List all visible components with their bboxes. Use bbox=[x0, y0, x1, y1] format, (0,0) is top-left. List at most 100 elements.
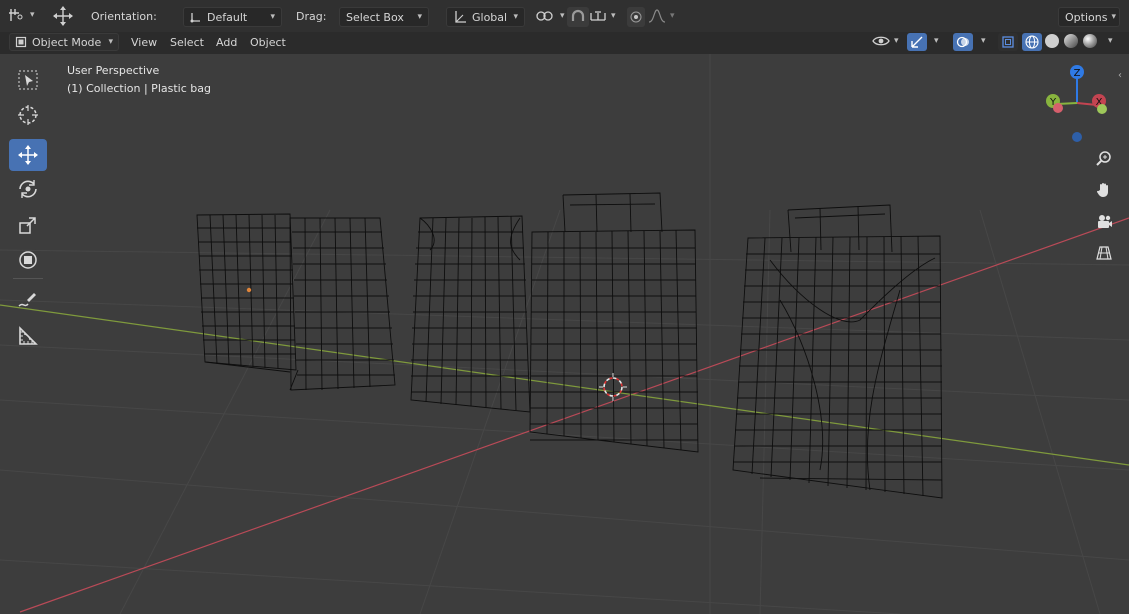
proportional-falloff-dropdown[interactable]: ▾ bbox=[648, 8, 675, 24]
pivot-point-dropdown[interactable]: ▾ bbox=[534, 8, 565, 24]
transform-tool[interactable] bbox=[9, 244, 47, 276]
chevron-down-icon: ▾ bbox=[270, 12, 275, 22]
measure-tool[interactable] bbox=[9, 320, 47, 352]
options-dropdown[interactable]: Options ▾ bbox=[1058, 7, 1120, 27]
select-box-tool[interactable] bbox=[9, 64, 47, 96]
scale-tool[interactable] bbox=[9, 209, 47, 241]
navigation-gizmo[interactable]: Z Y X bbox=[1040, 62, 1116, 142]
snap-target-dropdown[interactable]: ▾ bbox=[589, 8, 616, 24]
tool-header: ▾ Orientation: Default ▾ Drag: Select Bo… bbox=[0, 0, 1129, 33]
bag-wireframe-1 bbox=[196, 213, 396, 391]
toolbar-divider bbox=[13, 278, 43, 279]
transform-icon bbox=[16, 248, 40, 272]
grid-perspective-icon bbox=[1095, 244, 1113, 262]
snap-toggle[interactable] bbox=[567, 7, 589, 27]
zoom-button[interactable] bbox=[1091, 146, 1117, 172]
3d-viewport[interactable]: User Perspective (1) Collection | Plasti… bbox=[0, 54, 1129, 614]
perspective-toggle-button[interactable] bbox=[1091, 240, 1117, 266]
overlay-dropdown[interactable]: ▾ bbox=[977, 36, 986, 46]
menu-select[interactable]: Select bbox=[165, 33, 209, 51]
menu-view[interactable]: View bbox=[126, 33, 162, 51]
chevron-down-icon: ▾ bbox=[1108, 36, 1113, 46]
shading-dropdown[interactable]: ▾ bbox=[1104, 36, 1113, 46]
camera-icon bbox=[1095, 213, 1113, 231]
gizmo-toggle[interactable] bbox=[907, 33, 927, 51]
mode-dropdown[interactable]: Object Mode ▾ bbox=[9, 33, 119, 51]
menu-add[interactable]: Add bbox=[211, 33, 242, 51]
object-mode-icon bbox=[15, 36, 27, 48]
scale-icon bbox=[16, 213, 40, 237]
drag-value: Select Box bbox=[346, 10, 404, 24]
snap-increment-icon bbox=[589, 8, 607, 24]
transform-space-value: Global bbox=[472, 10, 508, 24]
chevron-down-icon: ▾ bbox=[670, 11, 675, 21]
chevron-down-icon: ▾ bbox=[981, 36, 986, 46]
x-axis-line bbox=[19, 217, 1129, 613]
chevron-down-icon: ▾ bbox=[560, 11, 565, 21]
proportional-edit-toggle[interactable] bbox=[627, 7, 645, 27]
zoom-icon bbox=[1095, 150, 1113, 168]
magnet-icon bbox=[569, 9, 587, 25]
gizmo-dropdown[interactable]: ▾ bbox=[930, 36, 939, 46]
wireframe-shading-button[interactable] bbox=[1022, 33, 1042, 51]
eye-icon bbox=[872, 34, 890, 48]
gizmo-neg-x[interactable] bbox=[1053, 103, 1063, 113]
move-arrows-icon bbox=[52, 5, 74, 27]
gizmo-icon bbox=[910, 35, 924, 49]
camera-view-button[interactable] bbox=[1091, 209, 1117, 235]
bag-wireframe-3 bbox=[529, 192, 699, 453]
collection-label: (1) Collection | Plastic bag bbox=[67, 82, 211, 95]
mode-value: Object Mode bbox=[32, 35, 102, 49]
overlay-toggle[interactable] bbox=[953, 33, 973, 51]
editor-type-button[interactable]: ▾ bbox=[8, 7, 35, 23]
chevron-down-icon: ▾ bbox=[108, 37, 113, 47]
wireframe-sphere-icon bbox=[1025, 35, 1039, 49]
chevron-down-icon: ▾ bbox=[513, 12, 518, 22]
annotate-tool[interactable] bbox=[9, 284, 47, 316]
chevron-down-icon: ▾ bbox=[1111, 12, 1116, 22]
options-label: Options bbox=[1065, 10, 1108, 24]
viewport-scene bbox=[0, 54, 1129, 614]
rotate-icon bbox=[16, 177, 40, 201]
transform-space-dropdown[interactable]: Global ▾ bbox=[446, 7, 525, 27]
select-box-icon bbox=[16, 68, 40, 92]
perspective-label: User Perspective bbox=[67, 64, 160, 77]
menu-object[interactable]: Object bbox=[245, 33, 291, 51]
material-shading-button[interactable] bbox=[1064, 34, 1078, 48]
falloff-curve-icon bbox=[648, 8, 666, 24]
gizmo-z-label: Z bbox=[1074, 68, 1081, 79]
cursor-tool[interactable] bbox=[9, 99, 47, 131]
origin-point bbox=[246, 287, 252, 293]
orientation-dropdown[interactable]: Default ▾ bbox=[183, 7, 282, 27]
cursor-icon bbox=[16, 103, 40, 127]
orientation-label: Orientation: bbox=[91, 10, 157, 23]
pencil-icon bbox=[16, 288, 40, 312]
y-axis-line bbox=[0, 304, 1129, 466]
sidebar-toggle-icon[interactable]: ‹ bbox=[1118, 70, 1122, 81]
visibility-dropdown[interactable]: ▾ bbox=[872, 34, 899, 48]
hand-icon bbox=[1095, 181, 1113, 199]
pan-button[interactable] bbox=[1091, 177, 1117, 203]
orientation-value: Default bbox=[207, 10, 248, 24]
rotate-tool[interactable] bbox=[9, 173, 47, 205]
overlay-icon bbox=[956, 35, 970, 49]
solid-shading-button[interactable] bbox=[1045, 34, 1059, 48]
gizmo-neg-z[interactable] bbox=[1072, 132, 1082, 142]
move-tool[interactable] bbox=[9, 139, 47, 171]
transform-pivot-icon bbox=[8, 7, 26, 23]
chevron-down-icon: ▾ bbox=[417, 12, 422, 22]
orientation-icon bbox=[190, 11, 202, 23]
bag-wireframe-2 bbox=[410, 215, 531, 413]
link-icon bbox=[534, 8, 556, 24]
drag-dropdown[interactable]: Select Box ▾ bbox=[339, 7, 429, 27]
xray-toggle[interactable] bbox=[998, 33, 1018, 51]
chevron-down-icon: ▾ bbox=[30, 10, 35, 20]
ruler-icon bbox=[16, 324, 40, 348]
gizmo-neg-y[interactable] bbox=[1097, 104, 1107, 114]
move-tool-indicator bbox=[52, 5, 74, 27]
chevron-down-icon: ▾ bbox=[611, 11, 616, 21]
drag-label: Drag: bbox=[296, 10, 327, 23]
global-axes-icon bbox=[453, 10, 467, 24]
chevron-down-icon: ▾ bbox=[894, 36, 899, 46]
rendered-shading-button[interactable] bbox=[1083, 34, 1097, 48]
